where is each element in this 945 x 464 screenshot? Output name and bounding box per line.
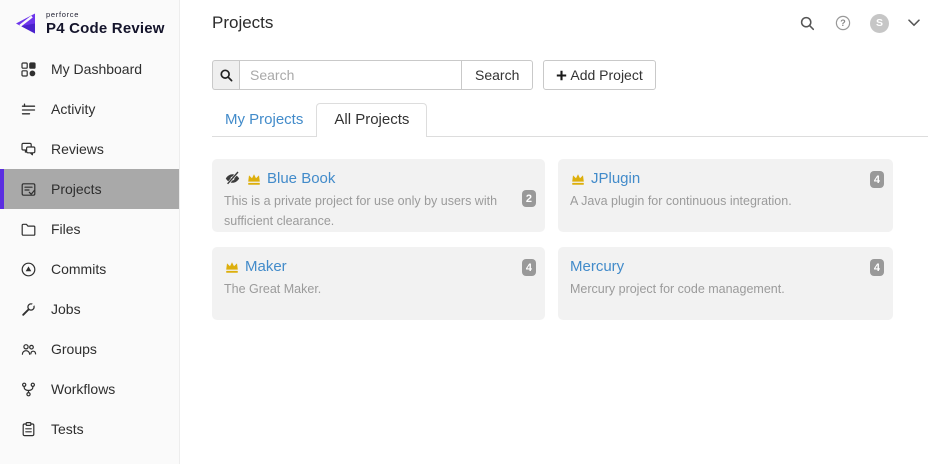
owner-crown-icon (246, 171, 262, 186)
avatar[interactable]: S (870, 13, 889, 33)
project-link[interactable]: Mercury (570, 258, 624, 275)
tab-my-projects[interactable]: My Projects (212, 103, 316, 137)
logo-text: perforce P4 Code Review (46, 10, 165, 37)
search-input[interactable] (239, 60, 462, 90)
sidebar: perforce P4 Code Review My Dashboard Act… (0, 0, 180, 464)
sidebar-item-projects[interactable]: Projects (0, 169, 179, 209)
product-name: P4 Code Review (46, 20, 165, 37)
sidebar-item-label: My Dashboard (51, 61, 143, 77)
sidebar-item-commits[interactable]: Commits (0, 249, 179, 289)
content: Search Add Project My Projects All Proje… (212, 60, 928, 320)
sidebar-item-reviews[interactable]: Reviews (0, 129, 179, 169)
project-card-maker: Maker 4 The Great Maker. (212, 247, 545, 320)
sidebar-item-activity[interactable]: Activity (0, 89, 179, 129)
card-title-row: Mercury (570, 256, 881, 276)
project-link[interactable]: JPlugin (591, 170, 640, 187)
commits-icon (20, 261, 37, 278)
sidebar-item-files[interactable]: Files (0, 209, 179, 249)
sidebar-item-label: Jobs (51, 301, 81, 317)
topbar-actions: ? S (799, 13, 920, 33)
sidebar-item-tests[interactable]: Tests (0, 409, 179, 449)
sidebar-item-label: Workflows (51, 381, 116, 397)
project-link[interactable]: Blue Book (267, 170, 335, 187)
toolbar: Search Add Project (212, 60, 928, 90)
open-reviews-badge: 4 (521, 259, 536, 276)
project-card-mercury: Mercury 4 Mercury project for code manag… (558, 247, 893, 320)
search-button[interactable]: Search (461, 60, 534, 90)
add-project-label: Add Project (570, 67, 643, 83)
tests-icon (20, 421, 37, 438)
activity-icon (20, 101, 37, 118)
app-logo[interactable]: perforce P4 Code Review (0, 0, 179, 45)
sidebar-item-jobs[interactable]: Jobs (0, 289, 179, 329)
tab-all-projects[interactable]: All Projects (316, 103, 428, 137)
sidebar-item-label: Reviews (51, 141, 104, 157)
projects-grid: Blue Book 2 This is a private project fo… (212, 159, 928, 320)
projects-icon (20, 181, 37, 198)
main-area: Projects ? S Search Search Add Project M… (180, 0, 945, 320)
sidebar-item-my-dashboard[interactable]: My Dashboard (0, 49, 179, 89)
owner-crown-icon (570, 171, 586, 186)
sidebar-item-groups[interactable]: Groups (0, 329, 179, 369)
project-card-jplugin: JPlugin 4 A Java plugin for continuous i… (558, 159, 893, 232)
search-group: Search (212, 60, 534, 90)
project-description: Mercury project for code management. (570, 282, 785, 296)
tabs: My Projects All Projects (212, 103, 928, 137)
open-reviews-badge: 4 (869, 171, 884, 188)
project-card-blue-book: Blue Book 2 This is a private project fo… (212, 159, 545, 232)
project-description: A Java plugin for continuous integration… (570, 194, 792, 208)
card-title-row: Blue Book (224, 168, 533, 188)
project-description: The Great Maker. (224, 282, 322, 296)
card-title-row: JPlugin (570, 168, 881, 188)
owner-crown-icon (224, 259, 240, 274)
project-link[interactable]: Maker (245, 258, 287, 275)
open-reviews-badge: 4 (869, 259, 884, 276)
svg-text:?: ? (840, 18, 846, 28)
search-addon-icon (212, 60, 239, 90)
sidebar-item-label: Groups (51, 341, 97, 357)
chevron-down-icon[interactable] (908, 19, 920, 27)
plus-icon (556, 70, 567, 81)
add-project-button[interactable]: Add Project (543, 60, 656, 90)
topbar: Projects ? S (180, 0, 945, 46)
perforce-logo-icon (12, 10, 39, 37)
sidebar-nav: My Dashboard Activity Reviews Projects F… (0, 49, 179, 449)
sidebar-item-label: Commits (51, 261, 107, 277)
project-description: This is a private project for use only b… (224, 194, 498, 228)
sidebar-item-label: Files (51, 221, 81, 237)
private-project-eye-slash-icon (224, 171, 241, 186)
open-reviews-badge: 2 (521, 190, 536, 207)
jobs-icon (20, 301, 37, 318)
reviews-icon (20, 141, 37, 158)
groups-icon (20, 341, 37, 358)
sidebar-item-label: Activity (51, 101, 96, 117)
sidebar-item-label: Projects (51, 181, 102, 197)
page-title: Projects (212, 13, 274, 32)
card-title-row: Maker (224, 256, 533, 276)
workflows-icon (20, 381, 37, 398)
dashboard-icon (20, 61, 37, 78)
brand-name: perforce (46, 10, 80, 19)
search-icon[interactable] (799, 15, 816, 32)
sidebar-item-workflows[interactable]: Workflows (0, 369, 179, 409)
files-icon (20, 221, 37, 238)
sidebar-item-label: Tests (51, 421, 84, 437)
help-icon[interactable]: ? (835, 15, 851, 31)
